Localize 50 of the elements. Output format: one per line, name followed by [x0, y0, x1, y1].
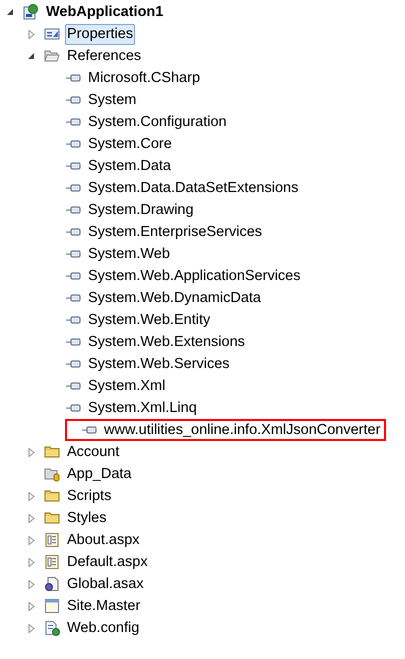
collapsed-arrow-icon[interactable]	[28, 514, 34, 522]
tree-item-label[interactable]: System.Core	[86, 134, 174, 154]
tree-item-label[interactable]: System.Configuration	[86, 112, 229, 132]
tree-item-label[interactable]: System.Web.Services	[86, 354, 232, 374]
tree-item-label[interactable]: Properties	[65, 24, 136, 44]
page-icon	[44, 554, 60, 570]
folder-icon	[44, 510, 60, 526]
tree-item-label[interactable]: System.Web.ApplicationServices	[86, 266, 302, 286]
window-page-icon	[44, 598, 60, 614]
folder-icon	[44, 444, 60, 460]
tree-item-label[interactable]: System.Web	[86, 244, 172, 264]
tree-item-label[interactable]: About.aspx	[65, 530, 142, 550]
collapsed-arrow-icon[interactable]	[28, 558, 34, 566]
collapsed-arrow-icon[interactable]	[28, 30, 34, 38]
tree-item-label[interactable]: www.utilities_online.info.XmlJsonConverter	[102, 420, 382, 440]
tree-item-label[interactable]: Styles	[65, 508, 108, 528]
tree-item-label[interactable]: Account	[65, 442, 122, 462]
properties-icon	[44, 26, 60, 42]
tree-item-label[interactable]: System.Web.DynamicData	[86, 288, 263, 308]
tree-item-label[interactable]: System.EnterpriseServices	[86, 222, 264, 242]
tree-item-label[interactable]: Default.aspx	[65, 552, 150, 572]
tree-item-label[interactable]: System.Web.Entity	[86, 310, 212, 330]
tree-item-label[interactable]: System.Data	[86, 156, 173, 176]
open-folder-icon	[44, 48, 60, 64]
page-icon	[44, 532, 60, 548]
collapsed-arrow-icon[interactable]	[28, 580, 34, 588]
collapsed-arrow-icon[interactable]	[28, 492, 34, 500]
tree-item-label[interactable]: System.Drawing	[86, 200, 196, 220]
tree-item-label[interactable]: Site.Master	[65, 596, 142, 616]
tree-item-label[interactable]: Web.config	[65, 618, 142, 638]
tree-item-label[interactable]: System	[86, 90, 138, 110]
tree-item-label[interactable]: System.Data.DataSetExtensions	[86, 178, 300, 198]
tree-item-label[interactable]: WebApplication1	[44, 2, 166, 22]
collapsed-arrow-icon[interactable]	[28, 536, 34, 544]
tree-item-label[interactable]: Microsoft.CSharp	[86, 68, 202, 88]
expanded-arrow-icon[interactable]	[6, 8, 14, 16]
folder-icon	[44, 488, 60, 504]
tree-item-label[interactable]: System.Xml.Linq	[86, 398, 199, 418]
tree-item-label[interactable]: Scripts	[65, 486, 114, 506]
tree-item-label[interactable]: System.Web.Extensions	[86, 332, 247, 352]
config-file-icon	[44, 620, 60, 636]
tree-item-label[interactable]: App_Data	[65, 464, 134, 484]
data-folder-icon	[44, 466, 60, 482]
collapsed-arrow-icon[interactable]	[28, 448, 34, 456]
tree-item-label[interactable]: Global.asax	[65, 574, 146, 594]
collapsed-arrow-icon[interactable]	[28, 624, 34, 632]
collapsed-arrow-icon[interactable]	[28, 602, 34, 610]
expanded-arrow-icon[interactable]	[27, 52, 35, 60]
tree-item-label[interactable]: References	[65, 46, 144, 66]
tree-item-label[interactable]: System.Xml	[86, 376, 168, 396]
